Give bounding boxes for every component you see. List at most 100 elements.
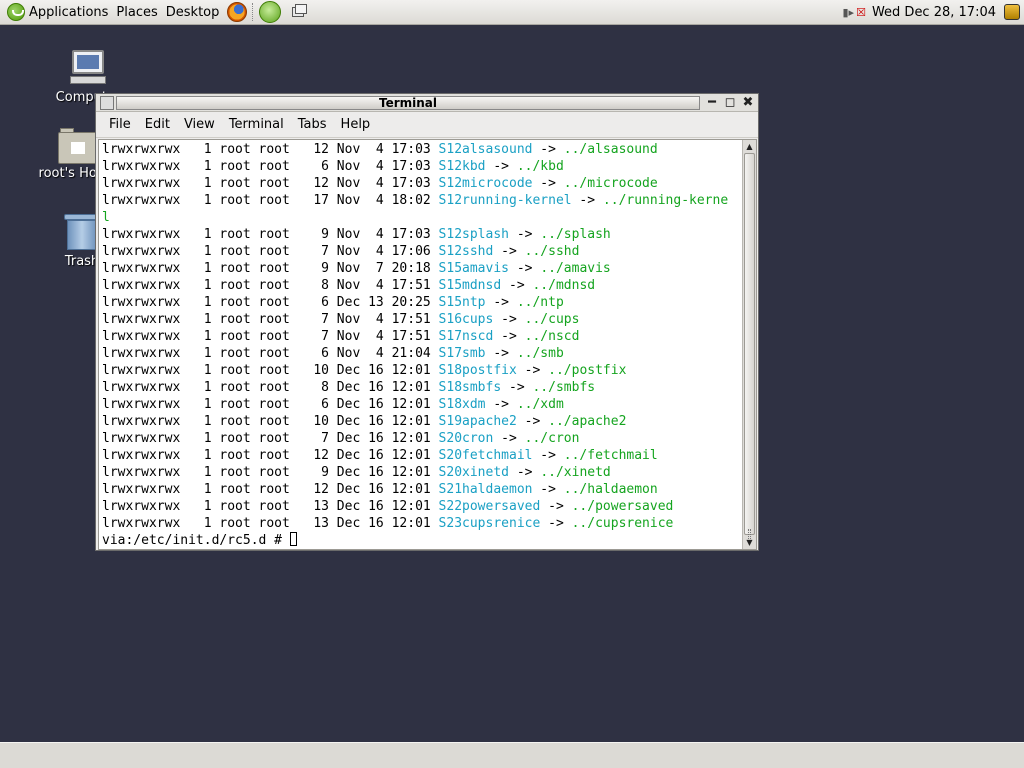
suse-launcher[interactable] (258, 0, 282, 24)
file-meta: lrwxrwxrwx 1 root root 13 Dec 16 12:01 (102, 516, 439, 531)
terminal-line: lrwxrwxrwx 1 root root 6 Nov 4 21:04 S17… (102, 346, 564, 361)
places-menu-label: Places (116, 4, 158, 20)
symlink-target: ../fetchmail (563, 448, 658, 463)
system-tray: ▮▸ ☒ Wed Dec 28, 17:04 (843, 0, 1024, 25)
menu-bar: File Edit View Terminal Tabs Help (96, 112, 758, 138)
scrollbar-thumb[interactable] (744, 153, 755, 539)
file-meta: lrwxrwxrwx 1 root root 8 Dec 16 12:01 (102, 380, 439, 395)
terminal-line: lrwxrwxrwx 1 root root 10 Dec 16 12:01 S… (102, 414, 627, 429)
terminal-line: lrwxrwxrwx 1 root root 13 Dec 16 12:01 S… (102, 499, 674, 514)
symlink-target: ../amavis (540, 261, 611, 276)
terminal-line: lrwxrwxrwx 1 root root 12 Dec 16 12:01 S… (102, 448, 658, 463)
menu-tabs[interactable]: Tabs (291, 117, 334, 132)
symlink-target: ../cron (524, 431, 580, 446)
firefox-launcher[interactable] (225, 0, 249, 24)
file-meta: lrwxrwxrwx 1 root root 7 Nov 4 17:51 (102, 329, 439, 344)
clock[interactable]: Wed Dec 28, 17:04 (872, 5, 996, 20)
terminal-line: lrwxrwxrwx 1 root root 10 Dec 16 12:01 S… (102, 363, 627, 378)
places-menu[interactable]: Places (112, 0, 161, 25)
symlink-name: S15ntp (438, 295, 486, 310)
symlink-name: S18smbfs (438, 380, 502, 395)
file-meta: lrwxrwxrwx 1 root root 13 Dec 16 12:01 (102, 499, 439, 514)
windows-icon (292, 4, 308, 17)
symlink-target: ../apache2 (548, 414, 627, 429)
vertical-scrollbar[interactable]: ▲ ▼ (742, 140, 756, 549)
menu-terminal[interactable]: Terminal (222, 117, 291, 132)
title-bar[interactable]: Terminal ━ ◻ ✖ (96, 94, 758, 112)
symlink-name: S12kbd (438, 159, 486, 174)
window-menu-icon[interactable] (100, 95, 114, 110)
desktop-menu[interactable]: Desktop (162, 0, 224, 25)
symlink-target: ../cupsrenice (571, 516, 674, 531)
symlink-target: ../powersaved (571, 499, 674, 514)
terminal-line: lrwxrwxrwx 1 root root 8 Dec 16 12:01 S1… (102, 380, 596, 395)
file-meta: lrwxrwxrwx 1 root root 12 Nov 4 17:03 (102, 142, 439, 157)
terminal-line: lrwxrwxrwx 1 root root 7 Dec 16 12:01 S2… (102, 431, 580, 446)
terminal-line: lrwxrwxrwx 1 root root 7 Nov 4 17:06 S12… (102, 244, 580, 259)
symlink-name: S20cron (438, 431, 494, 446)
symlink-target: ../xdm (516, 397, 564, 412)
menu-edit[interactable]: Edit (138, 117, 177, 132)
file-meta: lrwxrwxrwx 1 root root 9 Nov 7 20:18 (102, 261, 439, 276)
text-cursor (289, 532, 297, 546)
maximize-icon[interactable]: ◻ (722, 95, 738, 111)
symlink-name: S16cups (438, 312, 494, 327)
file-meta: lrwxrwxrwx 1 root root 17 Nov 4 18:02 (102, 193, 439, 208)
symlink-name: S12microcode (438, 176, 533, 191)
symlink-name: S12sshd (438, 244, 494, 259)
file-meta: lrwxrwxrwx 1 root root 7 Nov 4 17:06 (102, 244, 439, 259)
menu-file[interactable]: File (102, 117, 138, 132)
suse-launcher-icon (259, 1, 282, 23)
terminal-line: lrwxrwxrwx 1 root root 6 Dec 13 20:25 S1… (102, 295, 564, 310)
applications-menu[interactable]: Applications (0, 0, 112, 25)
symlink-target: ../microcode (563, 176, 658, 191)
symlink-name: S12running-kernel (438, 193, 572, 208)
scroll-down-icon[interactable]: ▼ (743, 536, 756, 549)
symlink-target: ../kbd (516, 159, 564, 174)
symlink-name: S12splash (438, 227, 509, 242)
volume-icon[interactable]: ▮▸ (843, 6, 855, 19)
top-panel: Applications Places Desktop ▮▸ ☒ Wed Dec… (0, 0, 1024, 25)
terminal-line: lrwxrwxrwx 1 root root 12 Dec 16 12:01 S… (102, 482, 658, 497)
terminal-screen[interactable]: lrwxrwxrwx 1 root root 12 Nov 4 17:03 S1… (98, 139, 757, 550)
suse-logo-icon (7, 3, 25, 21)
terminal-line: lrwxrwxrwx 1 root root 9 Nov 7 20:18 S15… (102, 261, 611, 276)
terminal-line: lrwxrwxrwx 1 root root 13 Dec 16 12:01 S… (102, 516, 674, 531)
symlink-name: S22powersaved (438, 499, 541, 514)
file-meta: lrwxrwxrwx 1 root root 10 Dec 16 12:01 (102, 363, 439, 378)
symlink-name: S20xinetd (438, 465, 509, 480)
symlink-target: ../nscd (524, 329, 580, 344)
minimize-icon[interactable]: ━ (704, 95, 720, 111)
terminal-window[interactable]: Terminal ━ ◻ ✖ File Edit View Terminal T… (95, 93, 759, 551)
computer-icon (68, 48, 108, 88)
terminal-line: lrwxrwxrwx 1 root root 12 Nov 4 17:03 S1… (102, 142, 658, 157)
terminal-line: lrwxrwxrwx 1 root root 6 Dec 16 12:01 S1… (102, 397, 564, 412)
symlink-name: S19apache2 (438, 414, 517, 429)
symlink-target-wrap: l (102, 210, 110, 225)
terminal-line: lrwxrwxrwx 1 root root 9 Dec 16 12:01 S2… (102, 465, 611, 480)
scroll-up-icon[interactable]: ▲ (743, 140, 756, 153)
terminal-line-wrap: l (102, 209, 744, 226)
file-meta: lrwxrwxrwx 1 root root 9 Nov 4 17:03 (102, 227, 439, 242)
file-meta: lrwxrwxrwx 1 root root 6 Dec 13 20:25 (102, 295, 439, 310)
file-meta: lrwxrwxrwx 1 root root 6 Dec 16 12:01 (102, 397, 439, 412)
window-list-button[interactable] (284, 0, 308, 24)
file-meta: lrwxrwxrwx 1 root root 12 Nov 4 17:03 (102, 176, 439, 191)
menu-view[interactable]: View (177, 117, 222, 132)
terminal-line: lrwxrwxrwx 1 root root 9 Nov 4 17:03 S12… (102, 227, 611, 242)
file-meta: lrwxrwxrwx 1 root root 7 Dec 16 12:01 (102, 431, 439, 446)
terminal-line: lrwxrwxrwx 1 root root 8 Nov 4 17:51 S15… (102, 278, 596, 293)
menu-help[interactable]: Help (334, 117, 378, 132)
network-disconnected-icon[interactable]: ☒ (856, 6, 866, 19)
shell-prompt-line[interactable]: via:/etc/init.d/rc5.d # (102, 532, 744, 549)
firefox-icon (227, 2, 248, 22)
symlink-target: ../running-kerne (602, 193, 729, 208)
panel-separator (252, 3, 254, 21)
symlink-target: ../smb (516, 346, 564, 361)
terminal-line: lrwxrwxrwx 1 root root 6 Nov 4 17:03 S12… (102, 159, 564, 174)
notes-icon[interactable] (1004, 4, 1020, 20)
close-icon[interactable]: ✖ (740, 95, 756, 111)
symlink-target: ../haldaemon (563, 482, 658, 497)
bottom-panel (0, 742, 1024, 768)
symlink-name: S18xdm (438, 397, 486, 412)
